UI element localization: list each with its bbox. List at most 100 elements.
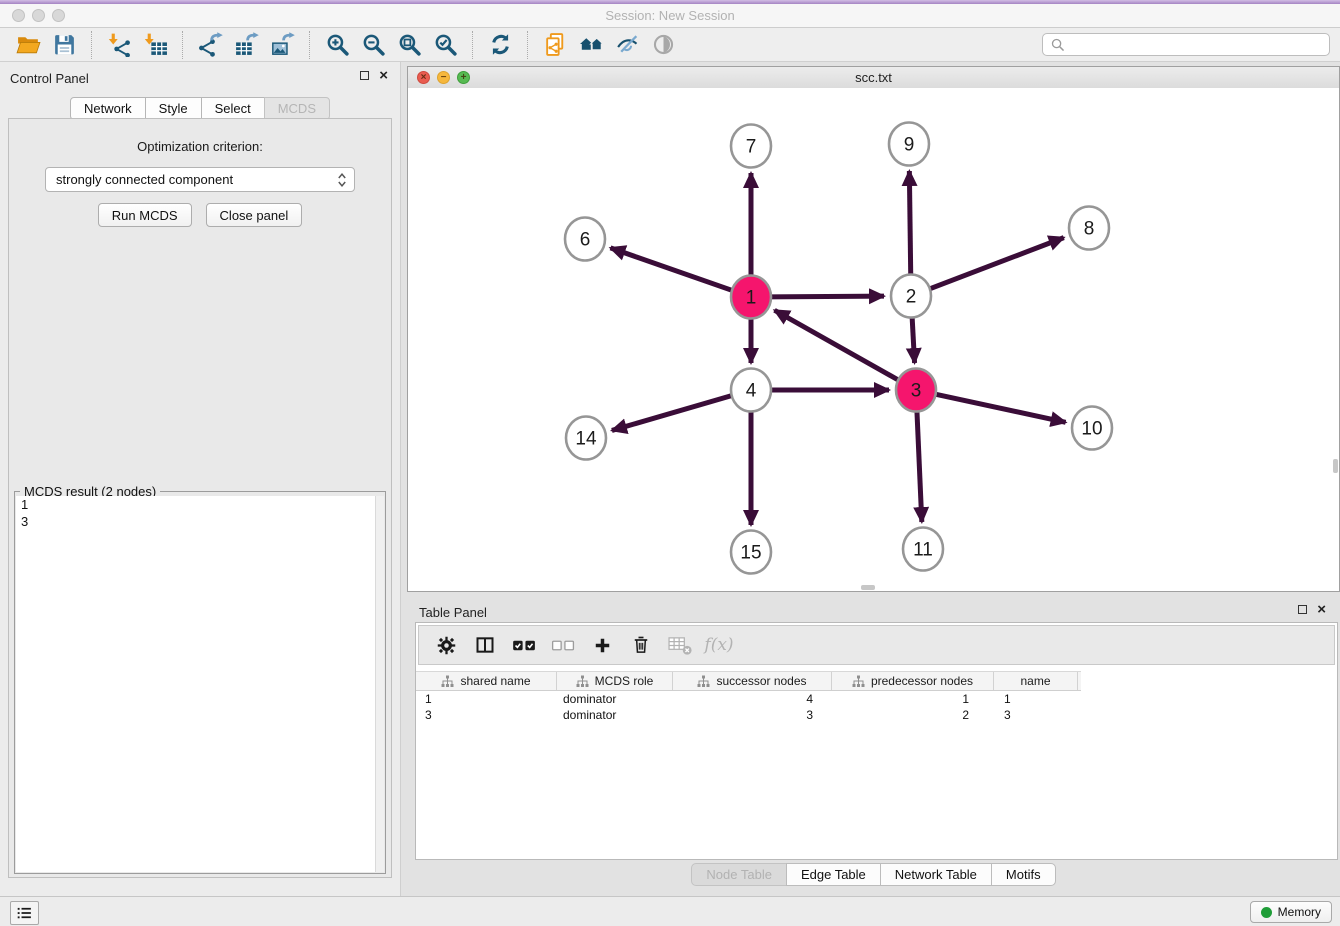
tab-motifs[interactable]: Motifs — [991, 863, 1056, 886]
search-input[interactable] — [1070, 37, 1321, 53]
graph-edge-3-1[interactable] — [775, 310, 901, 381]
columns-icon — [475, 635, 495, 655]
tab-select[interactable]: Select — [201, 97, 265, 120]
gear-icon — [436, 635, 457, 656]
tab-network-table[interactable]: Network Table — [880, 863, 992, 886]
export-image-button[interactable] — [264, 30, 300, 60]
table-settings-button[interactable] — [429, 630, 463, 660]
deselect-all-columns-button[interactable] — [546, 630, 580, 660]
column-header-successor-nodes[interactable]: successor nodes — [673, 672, 832, 690]
result-scrollbar[interactable] — [375, 496, 384, 872]
float-panel-icon[interactable] — [360, 71, 369, 80]
column-header-mcds-role[interactable]: MCDS role — [557, 672, 673, 690]
table-cell[interactable]: 3 — [673, 708, 832, 722]
zoom-in-button[interactable] — [319, 30, 355, 60]
table-cell[interactable]: 1 — [832, 692, 994, 706]
network-window-titlebar[interactable]: × − + scc.txt — [408, 67, 1339, 89]
table-cell[interactable]: 2 — [832, 708, 994, 722]
zoom-fit-button[interactable] — [391, 30, 427, 60]
close-panel-icon[interactable]: × — [379, 71, 388, 80]
column-header-name[interactable]: name — [994, 672, 1078, 690]
tab-style[interactable]: Style — [145, 97, 202, 120]
plus-icon — [593, 636, 612, 655]
apply-layout-button[interactable] — [482, 30, 518, 60]
toolbar-separator — [472, 31, 473, 59]
tab-network[interactable]: Network — [70, 97, 146, 120]
hierarchy-icon — [852, 675, 865, 688]
table-cell[interactable]: dominator — [557, 692, 673, 706]
zoom-out-icon — [361, 32, 386, 57]
hierarchy-icon — [576, 675, 589, 688]
table-cell[interactable]: 1 — [994, 692, 1078, 706]
graph-edge-2-8[interactable] — [928, 238, 1064, 290]
table-cell[interactable]: 3 — [416, 708, 557, 722]
zoom-selected-button[interactable] — [427, 30, 463, 60]
graph-node-label-11: 11 — [913, 540, 933, 561]
graph-edge-3-10[interactable] — [934, 394, 1066, 423]
panel-menu-button[interactable] — [10, 901, 39, 925]
graph-node-label-1: 1 — [746, 288, 757, 309]
network-vertical-scrollbar-thumb[interactable] — [1333, 459, 1338, 473]
hide-graphics-details-button[interactable] — [609, 30, 645, 60]
close-table-panel-icon[interactable]: × — [1317, 605, 1326, 614]
zoom-out-button[interactable] — [355, 30, 391, 60]
fx-icon: f(x) — [704, 635, 733, 655]
open-folder-icon — [16, 32, 41, 57]
export-image-icon — [270, 32, 295, 57]
memory-status-dot — [1261, 907, 1272, 918]
create-column-button[interactable] — [585, 630, 619, 660]
select-all-columns-button[interactable] — [507, 630, 541, 660]
float-table-panel-icon[interactable] — [1298, 605, 1307, 614]
table-cell[interactable]: 1 — [416, 692, 557, 706]
column-header-predecessor-nodes[interactable]: predecessor nodes — [832, 672, 994, 690]
graph-edge-3-11[interactable] — [917, 408, 922, 522]
node-table-header: shared nameMCDS rolesuccessor nodesprede… — [416, 671, 1081, 691]
tab-mcds[interactable]: MCDS — [264, 97, 330, 120]
open-session-button[interactable] — [10, 30, 46, 60]
memory-label: Memory — [1278, 905, 1321, 919]
toolbar-separator — [309, 31, 310, 59]
eye-slash-icon — [615, 32, 640, 57]
zoom-fit-icon — [397, 32, 422, 57]
graph-edge-2-9[interactable] — [909, 171, 910, 278]
network-canvas[interactable]: 1234678910111415 — [408, 88, 1339, 591]
table-cell[interactable]: dominator — [557, 708, 673, 722]
tab-edge-table[interactable]: Edge Table — [786, 863, 881, 886]
eye-icon — [651, 32, 676, 57]
node-table-body: 1dominator4113dominator323 — [416, 691, 1337, 723]
table-row[interactable]: 3dominator323 — [416, 707, 1337, 723]
table-cell[interactable]: 4 — [673, 692, 832, 706]
delete-column-button[interactable] — [624, 630, 658, 660]
graph-node-label-15: 15 — [740, 543, 761, 564]
table-cell[interactable]: 3 — [994, 708, 1078, 722]
show-column-panel-button[interactable] — [468, 630, 502, 660]
export-network-button[interactable] — [192, 30, 228, 60]
export-table-button[interactable] — [228, 30, 264, 60]
table-panel-tabs: Node TableEdge TableNetwork TableMotifs — [407, 863, 1340, 886]
table-row[interactable]: 1dominator411 — [416, 691, 1337, 707]
mcds-result-list[interactable]: 13 — [16, 496, 384, 872]
criterion-select[interactable]: strongly connected component — [45, 167, 355, 192]
graph-edge-1-2[interactable] — [769, 296, 884, 297]
trash-icon — [631, 635, 651, 655]
network-horizontal-scrollbar-thumb[interactable] — [861, 585, 875, 590]
tab-node-table[interactable]: Node Table — [691, 863, 787, 886]
graph-edge-2-3[interactable] — [912, 314, 915, 363]
search-field[interactable] — [1042, 33, 1330, 56]
node-table: f(x) shared nameMCDS rolesuccessor nodes… — [415, 622, 1338, 860]
show-graphics-details-button[interactable] — [645, 30, 681, 60]
run-mcds-button[interactable]: Run MCDS — [98, 203, 192, 227]
window-title: Session: New Session — [0, 4, 1340, 27]
save-session-button[interactable] — [46, 30, 82, 60]
application-window: Session: New Session — [0, 0, 1340, 926]
import-network-button[interactable] — [101, 30, 137, 60]
clone-network-button[interactable] — [537, 30, 573, 60]
home-button[interactable] — [573, 30, 609, 60]
graph-edge-4-14[interactable] — [612, 395, 734, 430]
column-header-shared-name[interactable]: shared name — [416, 672, 557, 690]
close-panel-button[interactable]: Close panel — [206, 203, 303, 227]
memory-button[interactable]: Memory — [1250, 901, 1332, 923]
graph-edge-1-6[interactable] — [610, 248, 734, 291]
graph-node-label-2: 2 — [906, 287, 917, 308]
import-table-button[interactable] — [137, 30, 173, 60]
